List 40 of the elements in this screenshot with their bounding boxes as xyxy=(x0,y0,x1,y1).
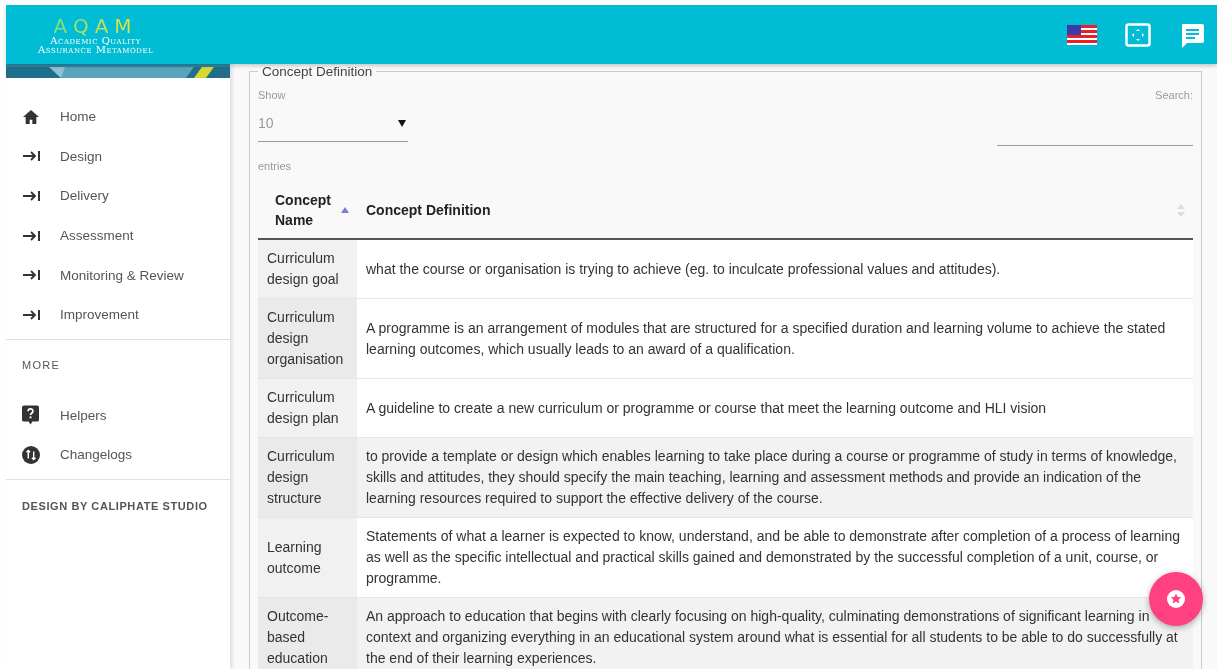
home-icon xyxy=(22,108,40,125)
table-cell: Curriculum design organisation xyxy=(258,298,357,379)
nav-item[interactable]: Changelogs xyxy=(6,435,230,475)
credit-text: DESIGN BY CALIPHATE STUDIO xyxy=(21,498,209,514)
help-icon xyxy=(22,405,39,426)
nav-item[interactable]: Improvement xyxy=(6,294,230,335)
nav-item[interactable]: Helpers xyxy=(6,395,230,436)
panel-legend: Concept Definition xyxy=(258,64,377,79)
nav-item[interactable]: Design xyxy=(6,136,230,177)
table-cell: A guideline to create a new curriculum or programme or course that meet the learning outcome and HLI vision xyxy=(357,378,1193,438)
table-cell: Curriculum design goal xyxy=(258,239,357,299)
arrow-to-bar-icon xyxy=(22,268,42,283)
table-cell: Statements of what a learner is expected to know, understand, and be able to demonstrate after completion of a process of learning as well as the specific intellectual and practical skills gained and demonstrated by the successful completion of a unit, course, or programme. xyxy=(357,517,1193,598)
arrow-to-bar-icon xyxy=(22,189,42,203)
logo-subtitle: Assurance Metamodel xyxy=(38,44,154,54)
table-cell: to provide a template or design which enables learning to take place during a course or programme of study in terms of knowledge, skills and attitudes, they should specify the main teaching, learning and assessment methods and provide an indication of the learning resources required to support the effective delivery of the course. xyxy=(357,437,1193,518)
logo-subtitle: Academic Quality xyxy=(50,35,141,45)
section-heading: MORE xyxy=(21,357,62,373)
chat-icon[interactable] xyxy=(1179,21,1205,48)
search-label: Search: xyxy=(1155,89,1193,101)
caret-icon xyxy=(398,119,406,127)
fullscreen-icon[interactable] xyxy=(1125,22,1151,47)
swap-icon xyxy=(22,445,40,464)
table-cell: A programme is an arrangement of modules that are structured for a specified duration and learning volume to achieve the stated learning outcomes, which usually leads to an award of a qualification. xyxy=(357,298,1193,379)
table-cell: Curriculum design plan xyxy=(258,378,357,438)
table-cell: what the course or organisation is trying to achieve (eg. to inculcate professional values and attitudes). xyxy=(357,239,1193,299)
table-cell: Outcome-based education xyxy=(258,597,357,669)
nav-item[interactable]: Delivery xyxy=(6,176,230,216)
arrow-to-bar-icon xyxy=(22,149,42,164)
nav-item[interactable]: Home xyxy=(6,97,230,137)
table-cell: Learning outcome xyxy=(258,517,357,598)
table-cell: Curriculum design structure xyxy=(258,437,357,518)
show-label: Show xyxy=(258,89,287,101)
arrow-to-bar-icon xyxy=(22,228,42,243)
arrow-to-bar-icon xyxy=(22,307,42,322)
nav-item[interactable]: Monitoring & Review xyxy=(6,255,230,295)
flag-icon[interactable] xyxy=(1067,24,1097,45)
table-cell: An approach to education that begins with clearly focusing on high-quality, culminating demonstrations of significant learning in context and organizing everything in an educational system around what is essential for all students to be able to do successfully at the end of their learning experiences. xyxy=(357,597,1193,669)
entries-label: entries xyxy=(258,160,293,172)
nav-item[interactable]: Assessment xyxy=(6,215,230,256)
